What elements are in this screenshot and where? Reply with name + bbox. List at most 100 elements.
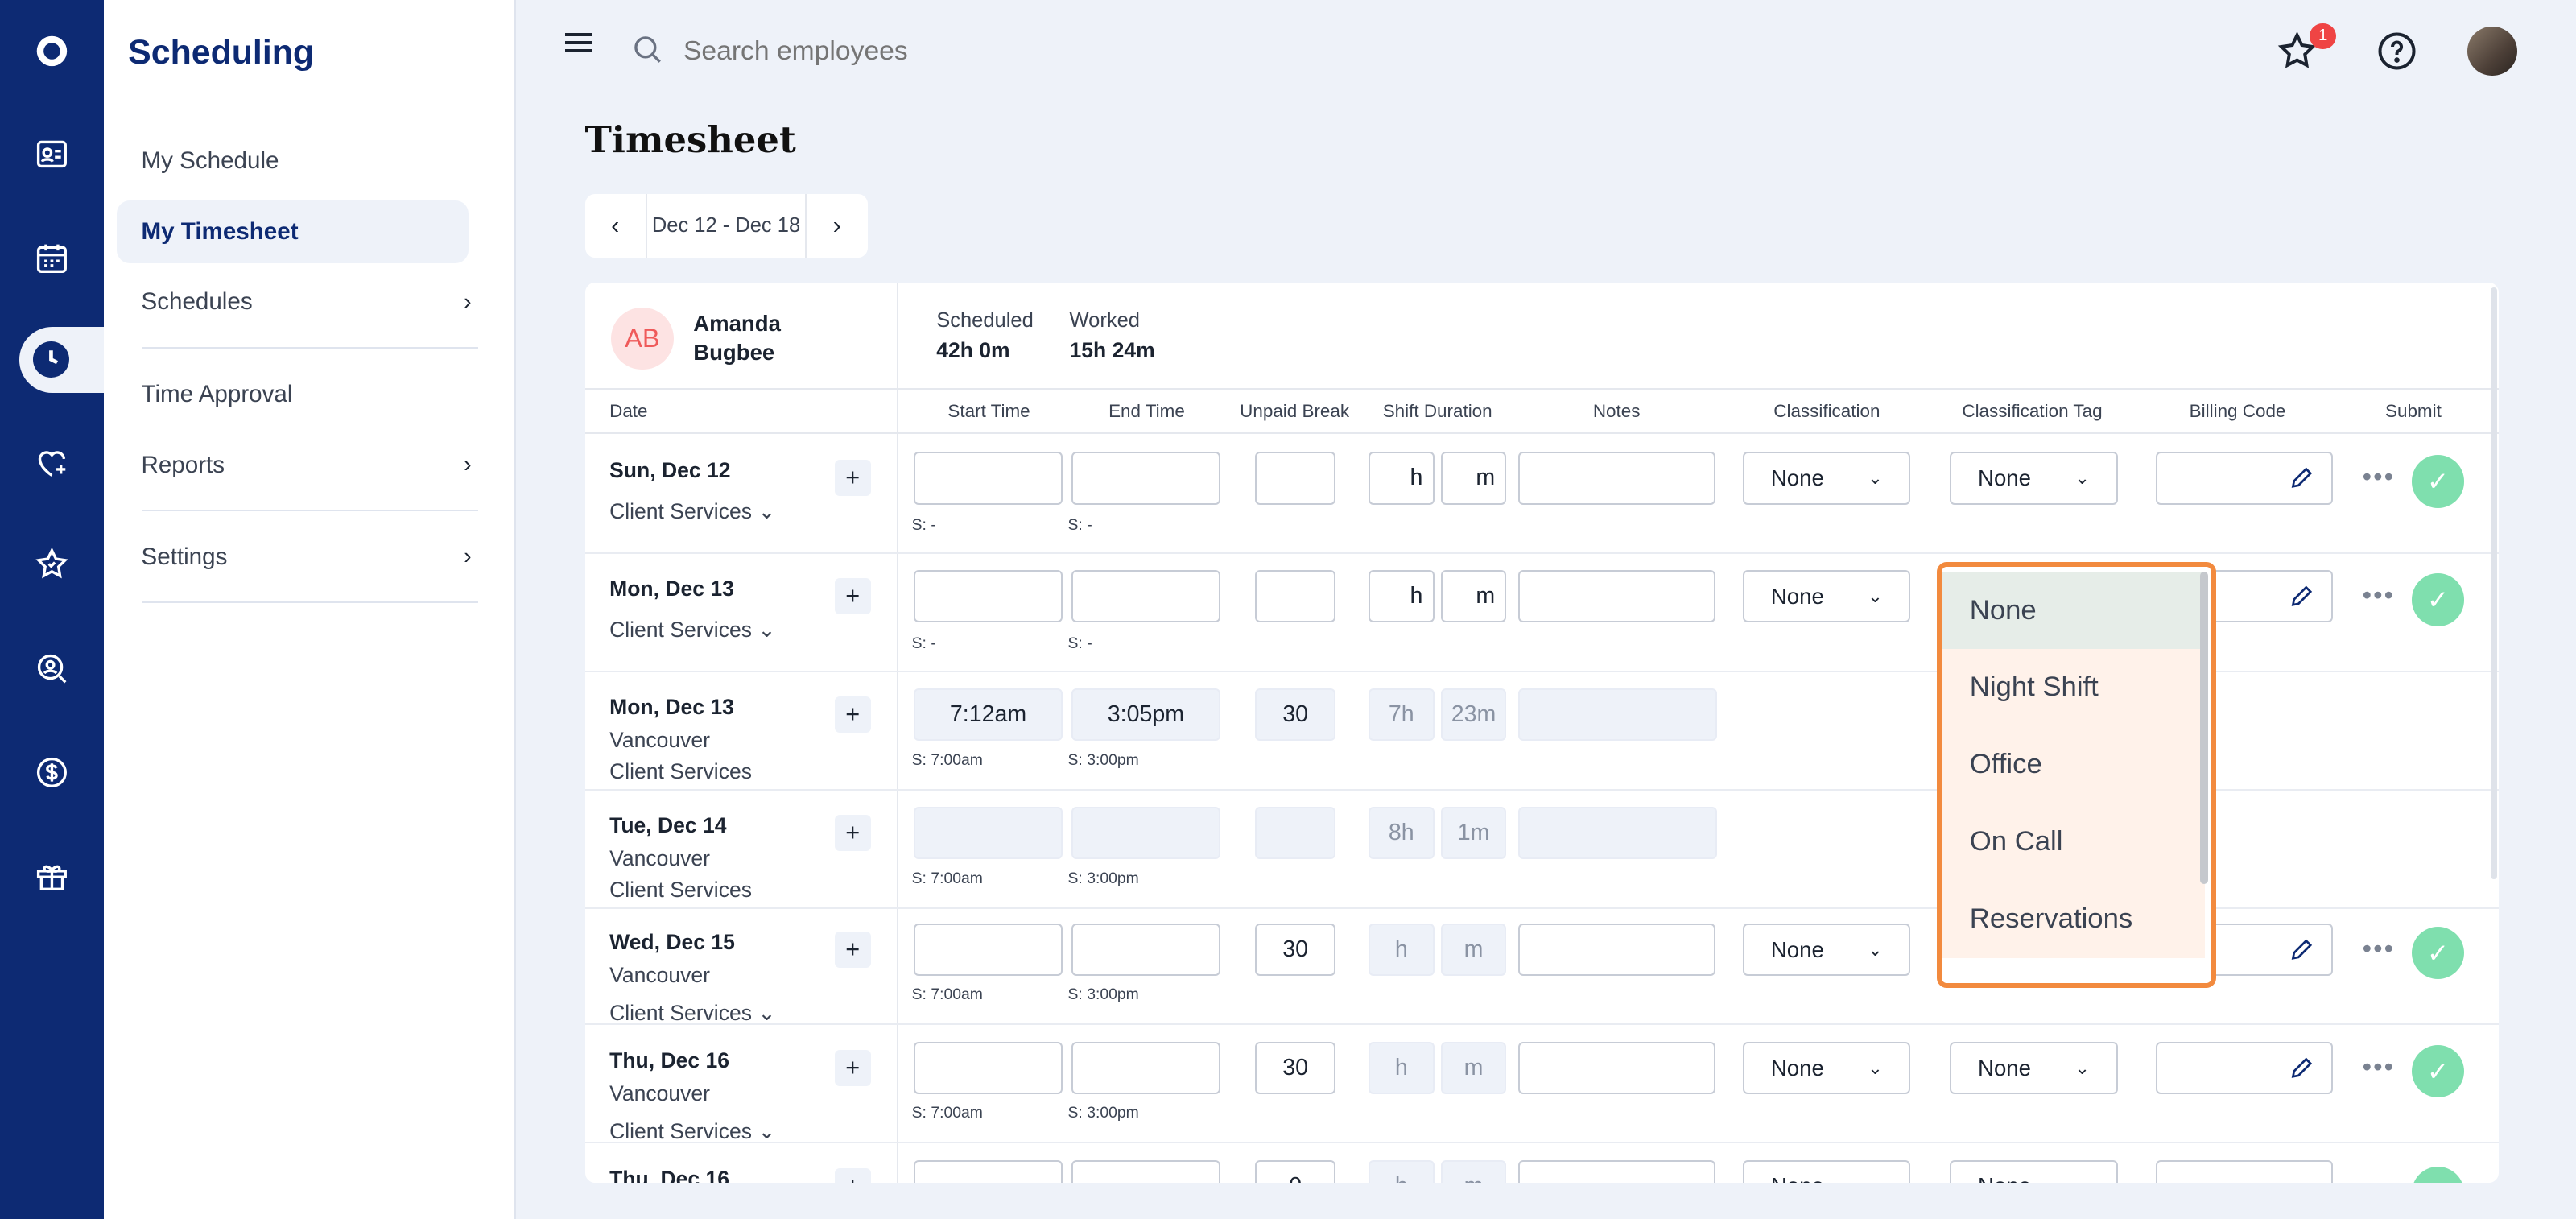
chevron-down-icon: ⌄ <box>1867 467 1883 488</box>
search-input[interactable] <box>683 35 1177 67</box>
more-options-icon[interactable]: ••• <box>2363 933 2395 964</box>
dropdown-scrollbar[interactable] <box>2199 572 2208 884</box>
sidebar-item-schedules[interactable]: Schedules › <box>117 271 471 334</box>
classification-tag-select[interactable]: None ⌄ <box>1950 1041 2118 1095</box>
row-date: Wed, Dec 15 <box>609 930 735 955</box>
pencil-icon[interactable] <box>2289 936 2315 963</box>
prev-week-button[interactable]: ‹ <box>585 194 646 258</box>
dropdown-option-reservations[interactable]: Reservations <box>1942 880 2205 958</box>
classification-select[interactable]: None ⌄ <box>1743 570 1911 623</box>
department-dropdown[interactable]: Client Services ⌄ <box>609 1001 775 1026</box>
billing-code-input[interactable] <box>2155 1041 2333 1095</box>
add-shift-button[interactable]: + <box>834 460 871 497</box>
department-dropdown[interactable]: Client Services ⌄ <box>609 499 775 524</box>
sidebar-item-time-approval[interactable]: Time Approval <box>117 363 469 426</box>
id-card-icon[interactable] <box>0 122 104 188</box>
submit-check-button[interactable]: ✓ <box>2411 1166 2465 1184</box>
dollar-icon[interactable] <box>0 739 104 805</box>
break-input <box>1255 807 1336 860</box>
top-bar <box>516 0 2576 102</box>
submit-check-button[interactable]: ✓ <box>2411 1044 2465 1098</box>
header-classification-tag: Classification Tag <box>1962 400 2103 421</box>
star-icon[interactable] <box>0 531 104 597</box>
sidebar-item-reports[interactable]: Reports › <box>117 434 471 497</box>
classification-tag-value: None <box>1978 1173 2031 1183</box>
notes-input[interactable] <box>1517 923 1715 977</box>
add-shift-button[interactable]: + <box>834 696 871 733</box>
classification-select[interactable]: None ⌄ <box>1743 923 1911 977</box>
submit-check-button[interactable]: ✓ <box>2411 927 2465 980</box>
more-options-icon[interactable]: ••• <box>2363 1052 2395 1082</box>
dropdown-option-on-call[interactable]: On Call <box>1942 803 2205 881</box>
pencil-icon[interactable] <box>2289 1055 2315 1081</box>
department-dropdown[interactable]: Client Services ⌄ <box>609 618 775 643</box>
pencil-icon[interactable] <box>2289 465 2315 491</box>
sidebar-item-my-timesheet[interactable]: My Timesheet <box>116 200 469 263</box>
sidebar-item-settings[interactable]: Settings › <box>117 526 472 589</box>
start-time-input[interactable] <box>913 570 1063 623</box>
notes-input[interactable] <box>1517 1159 1715 1184</box>
classification-select[interactable]: None ⌄ <box>1743 1041 1911 1095</box>
end-time-input[interactable] <box>1071 570 1221 623</box>
add-shift-button[interactable]: + <box>834 815 871 852</box>
department-dropdown[interactable]: Client Services ⌄ <box>609 1119 775 1144</box>
start-time-input[interactable] <box>913 923 1063 977</box>
end-time-input[interactable] <box>1071 1159 1221 1184</box>
dropdown-option-night-shift[interactable]: Night Shift <box>1942 648 2205 726</box>
break-input[interactable]: 30 <box>1255 923 1336 977</box>
break-input[interactable]: 0 <box>1255 1159 1336 1184</box>
calendar-icon[interactable] <box>0 225 104 291</box>
duration-minutes-input[interactable]: m <box>1440 570 1507 623</box>
billing-code-input[interactable] <box>2155 1159 2333 1184</box>
end-time-input[interactable] <box>1071 923 1221 977</box>
help-icon[interactable] <box>2376 30 2418 72</box>
dropdown-option-none[interactable]: None <box>1942 572 2205 649</box>
billing-code-input[interactable] <box>2155 452 2333 505</box>
chevron-right-icon: › <box>464 543 472 570</box>
user-avatar[interactable] <box>2467 26 2517 76</box>
start-time-input: 7:12am <box>913 688 1063 742</box>
row-location: Vancouver <box>609 962 710 987</box>
submit-check-button[interactable]: ✓ <box>2411 573 2465 626</box>
add-shift-button[interactable]: + <box>834 1168 871 1184</box>
end-time-input[interactable] <box>1071 1041 1221 1095</box>
submit-check-button[interactable]: ✓ <box>2411 455 2465 508</box>
sidebar-item-my-schedule[interactable]: My Schedule <box>117 130 469 192</box>
start-time-input[interactable] <box>913 1159 1063 1184</box>
notes-input[interactable] <box>1517 570 1715 623</box>
start-time-input[interactable] <box>913 452 1063 505</box>
chevron-down-icon: ⌄ <box>2074 1176 2090 1183</box>
search-person-icon[interactable] <box>0 636 104 702</box>
scrollbar[interactable] <box>2490 287 2497 879</box>
break-input[interactable] <box>1255 570 1336 623</box>
sidebar-item-label: Time Approval <box>141 380 293 407</box>
classification-select[interactable]: None ⌄ <box>1743 1159 1911 1184</box>
classification-tag-select[interactable]: None ⌄ <box>1950 452 2118 505</box>
add-shift-button[interactable]: + <box>834 1050 871 1086</box>
page-title: Timesheet <box>584 118 796 161</box>
duration-minutes-input[interactable]: m <box>1440 452 1507 505</box>
end-time-input[interactable] <box>1071 452 1221 505</box>
classification-value: None <box>1770 583 1824 609</box>
classification-value: None <box>1770 465 1824 490</box>
add-shift-button[interactable]: + <box>834 578 871 615</box>
start-time-input[interactable] <box>913 1041 1063 1095</box>
next-week-button[interactable]: › <box>807 194 868 258</box>
more-options-icon[interactable]: ••• <box>2363 461 2395 492</box>
break-input[interactable] <box>1255 452 1336 505</box>
heart-plus-icon[interactable] <box>0 431 104 497</box>
add-shift-button[interactable]: + <box>834 932 871 969</box>
duration-hours-input[interactable]: h <box>1368 452 1435 505</box>
logo-icon[interactable] <box>0 18 104 84</box>
pencil-icon[interactable] <box>2289 583 2315 610</box>
hamburger-menu-icon[interactable] <box>565 32 592 53</box>
notes-input[interactable] <box>1517 1041 1715 1095</box>
gift-icon[interactable] <box>0 843 104 909</box>
duration-hours-input[interactable]: h <box>1368 570 1435 623</box>
more-options-icon[interactable]: ••• <box>2363 580 2395 610</box>
classification-tag-select[interactable]: None ⌄ <box>1950 1159 2118 1184</box>
break-input[interactable]: 30 <box>1255 1041 1336 1095</box>
notes-input[interactable] <box>1517 452 1715 505</box>
classification-select[interactable]: None ⌄ <box>1743 452 1911 505</box>
dropdown-option-office[interactable]: Office <box>1942 725 2205 804</box>
